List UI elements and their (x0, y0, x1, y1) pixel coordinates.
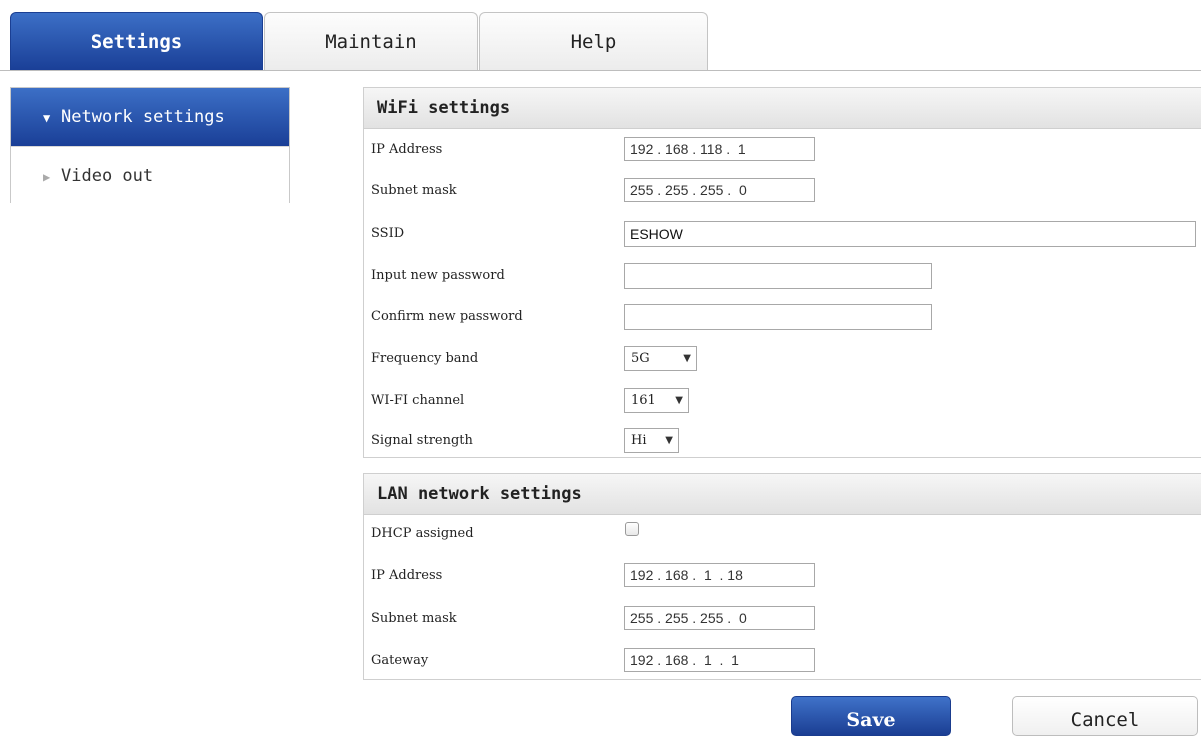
gateway-label: Gateway (371, 653, 429, 668)
chevron-down-icon: ▼ (675, 395, 683, 406)
frequency-band-select[interactable]: 5G ▼ (624, 346, 697, 371)
dhcp-checkbox[interactable] (625, 522, 639, 536)
wifi-subnet-label: Subnet mask (371, 183, 457, 198)
wifi-channel-row: WI-FI channel 161 ▼ (364, 382, 1201, 422)
signal-strength-label: Signal strength (371, 433, 473, 448)
wifi-ip-row: IP Address 192 . 168 . 118 . 1 (364, 131, 1201, 171)
wifi-ip-label: IP Address (371, 142, 443, 157)
confirm-password-label: Confirm new password (371, 309, 523, 324)
frequency-band-row: Frequency band 5G ▼ (364, 340, 1201, 380)
wifi-channel-value: 161 (631, 393, 656, 408)
wifi-subnet-row: Subnet mask 255 . 255 . 255 . 0 (364, 172, 1201, 212)
new-password-input[interactable] (624, 263, 932, 289)
triangle-right-icon: ▶ (43, 170, 51, 184)
ssid-label: SSID (371, 226, 405, 241)
wifi-ip-input[interactable]: 192 . 168 . 118 . 1 (624, 137, 815, 161)
lan-ip-label: IP Address (371, 568, 443, 583)
wifi-channel-label: WI-FI channel (371, 393, 465, 408)
lan-settings-panel: LAN network settings DHCP assigned IP Ad… (363, 473, 1201, 680)
wifi-settings-title: WiFi settings (364, 88, 1201, 129)
frequency-band-label: Frequency band (371, 351, 479, 366)
sidebar-item-video-out[interactable]: ▶ Video out (11, 146, 289, 204)
wifi-settings-panel: WiFi settings IP Address 192 . 168 . 118… (363, 87, 1201, 458)
wifi-subnet-input[interactable]: 255 . 255 . 255 . 0 (624, 178, 815, 202)
sidebar-item-label: Video out (61, 166, 154, 186)
tab-settings[interactable]: Settings (10, 12, 263, 70)
triangle-down-icon: ▼ (43, 111, 51, 125)
lan-subnet-row: Subnet mask 255 . 255 . 255 . 0 (364, 600, 1201, 640)
gateway-row: Gateway 192 . 168 . 1 . 1 (364, 642, 1201, 682)
tab-divider (0, 70, 1201, 71)
save-button[interactable]: Save (791, 696, 951, 736)
dhcp-label: DHCP assigned (371, 526, 474, 541)
wifi-channel-select[interactable]: 161 ▼ (624, 388, 689, 413)
ssid-input[interactable]: ESHOW (624, 221, 1196, 247)
gateway-input[interactable]: 192 . 168 . 1 . 1 (624, 648, 815, 672)
confirm-password-row: Confirm new password (364, 298, 1201, 338)
tab-help[interactable]: Help (479, 12, 708, 70)
frequency-band-value: 5G (631, 351, 650, 366)
confirm-password-input[interactable] (624, 304, 932, 330)
tab-maintain[interactable]: Maintain (264, 12, 478, 70)
lan-ip-input[interactable]: 192 . 168 . 1 . 18 (624, 563, 815, 587)
signal-strength-value: Hi (631, 433, 647, 448)
new-password-label: Input new password (371, 268, 505, 283)
signal-strength-row: Signal strength Hi ▼ (364, 422, 1201, 462)
cancel-button[interactable]: Cancel (1012, 696, 1198, 736)
new-password-row: Input new password (364, 257, 1201, 297)
lan-settings-title: LAN network settings (364, 474, 1201, 515)
dhcp-row: DHCP assigned (364, 515, 1201, 555)
signal-strength-select[interactable]: Hi ▼ (624, 428, 679, 453)
lan-subnet-input[interactable]: 255 . 255 . 255 . 0 (624, 606, 815, 630)
ssid-row: SSID ESHOW (364, 215, 1201, 255)
lan-ip-row: IP Address 192 . 168 . 1 . 18 (364, 557, 1201, 597)
sidebar: ▼ Network settings ▶ Video out (10, 87, 290, 204)
sidebar-item-network-settings[interactable]: ▼ Network settings (11, 88, 289, 146)
chevron-down-icon: ▼ (683, 353, 691, 364)
sidebar-item-label: Network settings (61, 107, 225, 127)
chevron-down-icon: ▼ (665, 435, 673, 446)
top-tab-bar: Settings Maintain Help (0, 0, 1201, 72)
lan-subnet-label: Subnet mask (371, 611, 457, 626)
